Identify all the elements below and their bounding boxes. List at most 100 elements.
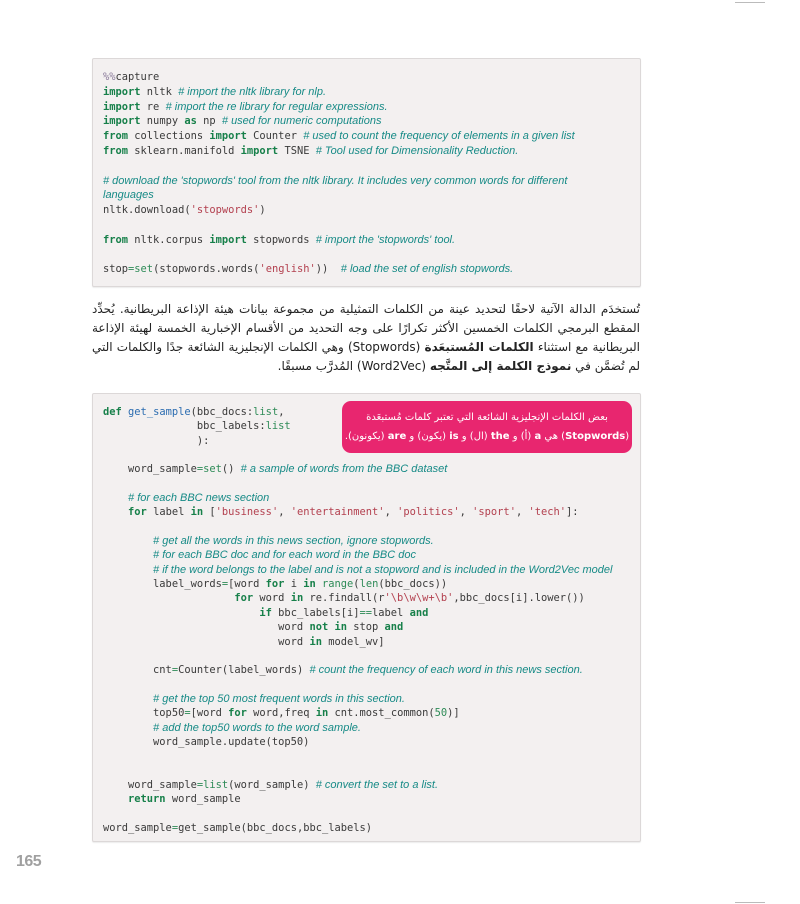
keyword: for: [234, 592, 254, 605]
keyword: return: [128, 793, 166, 806]
keyword: import: [103, 85, 141, 98]
keyword: from: [103, 233, 129, 246]
code-text: label_words: [103, 578, 222, 591]
builtin: list: [265, 420, 291, 433]
code-line: for word in re.findall(r'\b\w\w+\b',bbc_…: [103, 591, 640, 605]
code-text: ): [259, 204, 266, 217]
comment: # for each BBC doc and for each word in …: [153, 549, 416, 562]
code-text: (stopwords.words(: [153, 263, 260, 276]
code-line: word not in stop and: [103, 620, 640, 634]
code-text: ]:: [566, 506, 579, 519]
number-literal: 50: [434, 707, 448, 720]
comment: # for each BBC news section: [128, 492, 270, 505]
magic-command: %%: [103, 71, 116, 83]
string-literal: 'politics': [397, 506, 460, 519]
code-text: ):: [103, 434, 210, 447]
keyword: in: [303, 578, 316, 591]
code-text: (): [221, 463, 241, 476]
code-line: top50=[word for word,freq in cnt.most_co…: [103, 706, 640, 720]
keyword: in: [309, 635, 322, 648]
code-text: i: [284, 578, 304, 591]
code-text: (word_sample): [228, 778, 316, 791]
callout-line-2: (Stopwords) هي a (أ) و the (ال) و is (يك…: [342, 427, 632, 446]
code-text: ,: [278, 506, 291, 519]
code-text: word,freq: [246, 707, 316, 720]
code-text: re: [140, 100, 166, 113]
code-text: label: [146, 506, 191, 519]
code-text: cnt: [103, 664, 172, 677]
code-text: stop: [103, 263, 129, 276]
comment: languages: [103, 189, 154, 202]
callout-line-1: بعض الكلمات الإنجليزية الشائعة التي تعتب…: [366, 412, 608, 423]
code-text: ,bbc_docs[i].lower()): [453, 592, 585, 605]
code-text: (bbc_docs:: [190, 406, 254, 418]
code-line: return word_sample: [103, 792, 640, 806]
keyword: import: [103, 100, 141, 113]
page-corner-mark-top: [735, 2, 765, 3]
comment: # get all the words in this news section…: [153, 535, 434, 548]
stopwords-callout: بعض الكلمات الإنجليزية الشائعة التي تعتب…: [342, 401, 632, 453]
keyword: not in: [309, 621, 347, 634]
code-text: nltk: [140, 85, 179, 98]
code-text: stopwords: [246, 233, 316, 246]
comment: # add the top50 words to the word sample…: [153, 721, 361, 734]
code-text: [: [203, 506, 216, 519]
keyword: import: [209, 233, 247, 246]
callout-text: (يكون) و: [406, 431, 450, 442]
builtin: list: [203, 778, 229, 791]
callout-text: (: [625, 431, 630, 442]
code-text: word_sample: [103, 463, 197, 476]
code-line: import re # import the re library for re…: [103, 100, 640, 115]
code-text: numpy: [140, 115, 185, 128]
code-text: cnt.most_common(: [328, 707, 435, 720]
comment: # Tool used for Dimensionality Reduction…: [315, 144, 519, 157]
comment: # get the top 50 most frequent words in …: [153, 692, 405, 705]
code-text: word: [253, 592, 291, 605]
code-text: label: [372, 606, 410, 619]
paragraph-bold-term: الكلمات المُستبعَدة: [424, 340, 534, 354]
code-text: get_sample(bbc_docs,bbc_labels): [178, 821, 373, 834]
comment: # convert the set to a list.: [315, 778, 439, 791]
operator: ==: [359, 606, 373, 619]
code-line: # get all the words in this news section…: [103, 534, 640, 548]
code-line: label_words=[word for i in range(len(bbc…: [103, 577, 640, 591]
keyword: in: [290, 592, 304, 605]
code-line: # get the top 50 most frequent words in …: [103, 692, 640, 706]
paragraph-text: (Word2Vec) المُدرَّب مسبقًا.: [277, 359, 430, 373]
code-line: for label in ['business', 'entertainment…: [103, 505, 640, 519]
code-text: word: [103, 635, 310, 648]
code-text: Counter: [246, 130, 304, 143]
keyword: from: [103, 144, 129, 157]
code-line: if bbc_labels[i]==label and: [103, 606, 640, 620]
builtin: set: [203, 463, 222, 476]
code-line: # add the top50 words to the word sample…: [103, 721, 640, 735]
callout-text: (يكونون).: [344, 431, 388, 442]
keyword: import: [209, 130, 247, 143]
string-literal: 'stopwords': [190, 204, 260, 217]
code-line: nltk.download('stopwords'): [103, 203, 640, 218]
code-text: word_sample: [165, 793, 241, 806]
code-text: capture: [115, 71, 160, 83]
callout-bold-word: is: [449, 431, 459, 442]
code-text: stop: [347, 621, 385, 634]
code-line: import nltk # import the nltk library fo…: [103, 85, 640, 100]
code-text: ,: [515, 506, 529, 519]
callout-text: (أ) و: [509, 431, 535, 442]
comment: # import the nltk library for nlp.: [178, 85, 327, 98]
page-number: 165: [16, 853, 42, 870]
code-line: word_sample=set() # a sample of words fr…: [103, 462, 640, 476]
callout-text: ) هي: [541, 431, 566, 442]
